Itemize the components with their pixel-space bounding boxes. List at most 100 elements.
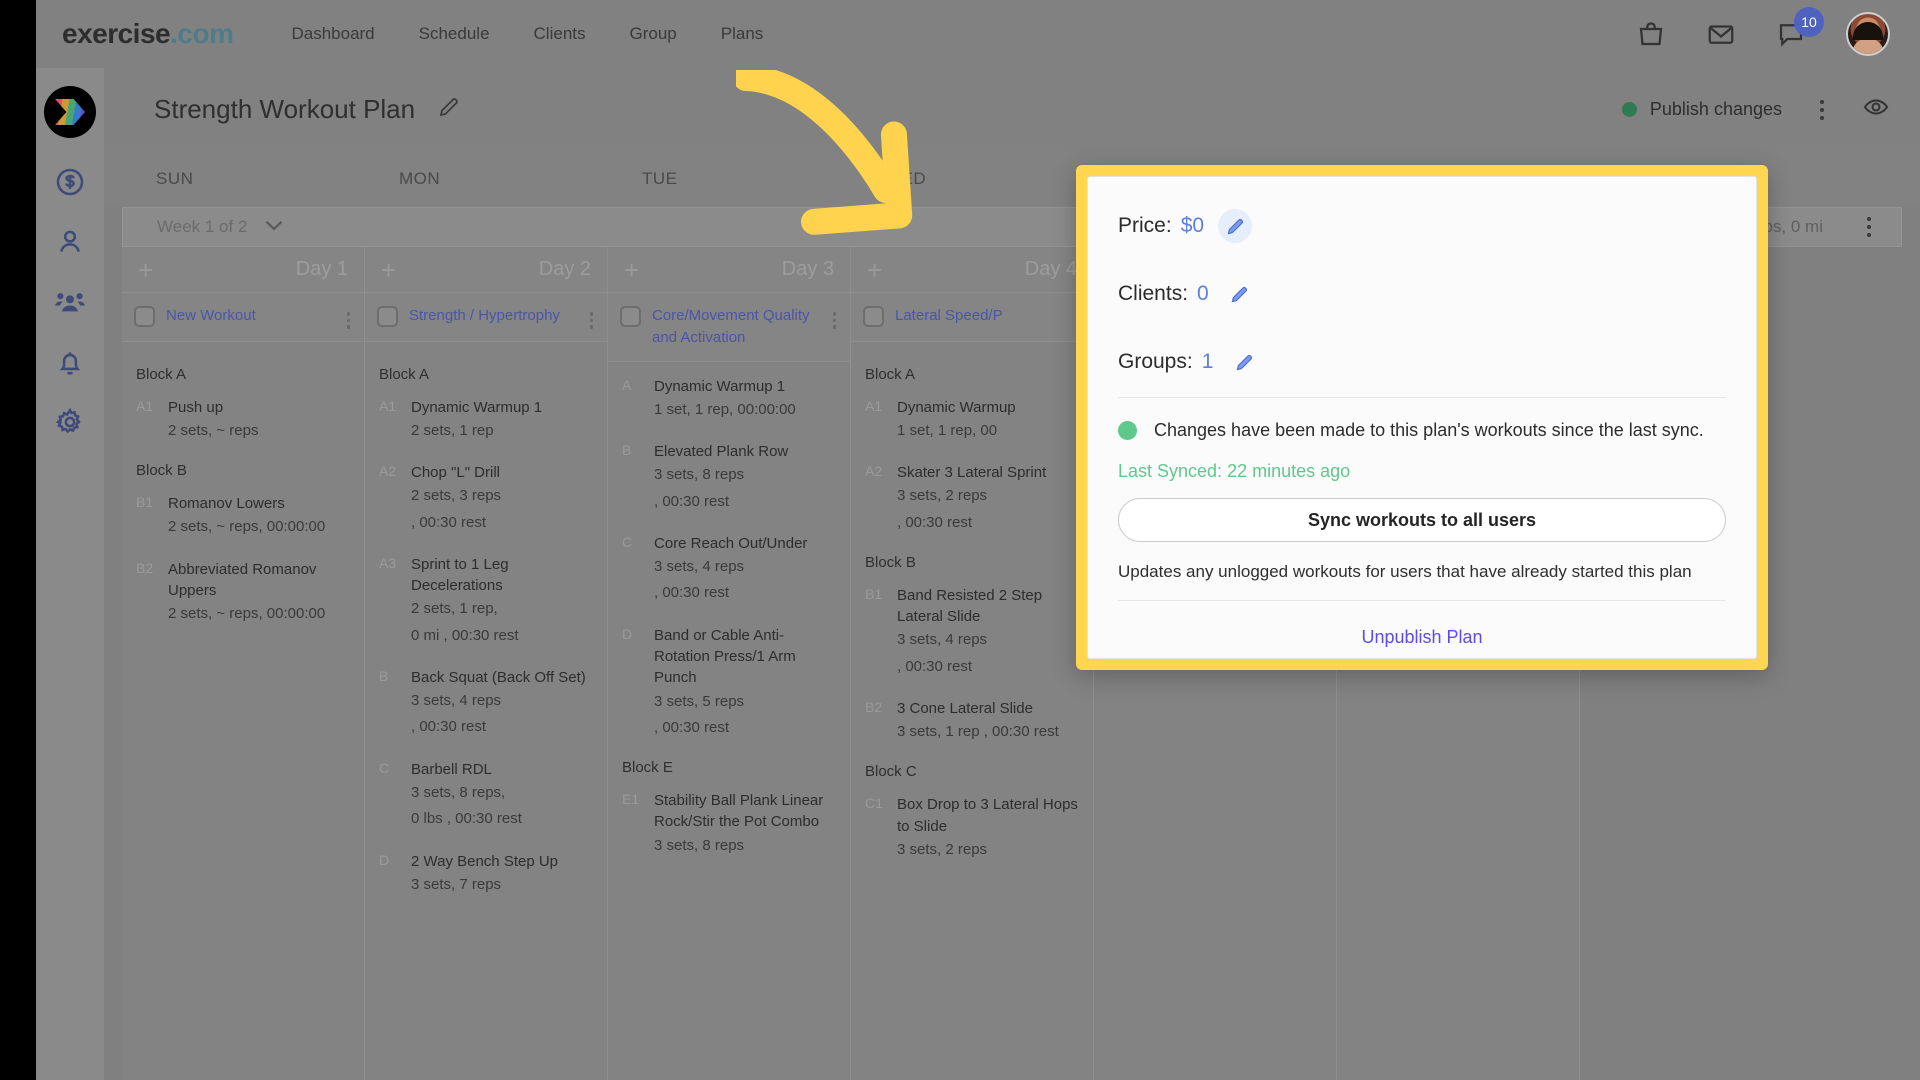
exercise-detail: 2 sets, 1 rep,: [411, 600, 498, 618]
exercise-item[interactable]: C Barbell RDL 3 sets, 8 reps, 0 lbs , 00:30…: [379, 759, 593, 833]
clients-label: Clients:: [1118, 282, 1189, 305]
person-icon[interactable]: [54, 226, 86, 258]
exercise-detail: 0 mi , 00:30 rest: [411, 626, 519, 644]
nav-item-clients[interactable]: Clients: [534, 24, 586, 44]
plus-icon[interactable]: +: [381, 257, 396, 283]
publish-changes-button[interactable]: Publish changes: [1621, 99, 1782, 120]
workout-menu-kebab-icon[interactable]: [589, 312, 593, 329]
exercise-name: Skater 3 Lateral Sprint: [897, 464, 1047, 482]
week-bar-right: lbs, 0 mi: [1760, 213, 1901, 241]
week-stats: lbs, 0 mi: [1759, 217, 1823, 236]
workout-checkbox[interactable]: [134, 306, 155, 327]
pencil-icon[interactable]: [437, 95, 461, 124]
exercise-detail: , 00:30 rest: [897, 513, 973, 531]
eye-icon[interactable]: [1862, 93, 1890, 126]
workout-menu-kebab-icon[interactable]: [832, 312, 836, 329]
exercise-name: Sprint to 1 Leg Decelerations: [411, 555, 509, 595]
exercise-item[interactable]: A2 Skater 3 Lateral Sprint 3 sets, 2 reps,…: [865, 462, 1079, 536]
exercise-detail: , 00:30 rest: [411, 718, 487, 736]
exercise-detail: 3 sets, 2 reps: [897, 487, 988, 505]
chevron-down-icon[interactable]: [265, 218, 283, 236]
exercise-name: Abbreviated Romanov Uppers: [168, 560, 317, 599]
workout-name[interactable]: New Workout: [166, 305, 336, 327]
exercise-name: 3 Cone Lateral Slide: [897, 699, 1033, 717]
nav-item-plans[interactable]: Plans: [721, 24, 764, 44]
workout-name[interactable]: Lateral Speed/P: [895, 305, 1065, 327]
workout-checkbox[interactable]: [620, 306, 641, 327]
exercise-item[interactable]: A1 Dynamic Warmup 1 set, 1 rep, 00: [865, 397, 1079, 445]
exercise-item[interactable]: B1 Romanov Lowers 2 sets, ~ reps, 00:00:00: [136, 493, 350, 541]
exercise-item[interactable]: A3 Sprint to 1 Leg Decelerations 2 sets, 1…: [379, 554, 593, 649]
exercise-item[interactable]: A Dynamic Warmup 1 1 set, 1 rep, 00:00:00: [622, 376, 836, 424]
exercise-detail: 3 sets, 2 reps: [897, 841, 988, 859]
edit-groups-pencil-icon[interactable]: [1227, 345, 1261, 379]
exercise-item[interactable]: D 2 Way Bench Step Up 3 sets, 7 reps: [379, 851, 593, 899]
exercise-body: Box Drop to 3 Lateral Hops to Slide 3 set…: [897, 794, 1079, 863]
plan-menu-kebab-icon[interactable]: [1816, 96, 1828, 124]
block-label: Block B: [136, 462, 187, 480]
unpublish-plan-link[interactable]: Unpublish Plan: [1118, 627, 1726, 648]
workout-checkbox[interactable]: [863, 306, 884, 327]
workspace-logo-icon[interactable]: [44, 86, 96, 138]
exercise-item[interactable]: A1 Dynamic Warmup 1 2 sets, 1 rep: [379, 397, 593, 445]
exercise-item[interactable]: B2 3 Cone Lateral Slide 3 sets, 1 rep , 00…: [865, 698, 1079, 746]
gear-icon[interactable]: [54, 406, 86, 438]
plus-icon[interactable]: +: [138, 257, 153, 283]
divider: [1118, 397, 1726, 398]
plus-icon[interactable]: +: [624, 257, 639, 283]
exercise-name: Core Reach Out/Under: [654, 534, 808, 552]
exercise-name: Dynamic Warmup 1: [654, 377, 786, 395]
group-icon[interactable]: [54, 286, 86, 318]
exercise-letter: D: [622, 625, 633, 642]
nav-item-group[interactable]: Group: [630, 24, 677, 44]
sync-status-text: Changes have been made to this plan's wo…: [1154, 419, 1704, 440]
chat-icon[interactable]: 10: [1776, 7, 1824, 49]
exercise-item[interactable]: A1 Push up 2 sets, ~ reps: [136, 397, 350, 445]
exercise-item[interactable]: D Band or Cable Anti-Rotation Press/1 Arm…: [622, 625, 836, 741]
bag-icon[interactable]: [1636, 19, 1666, 49]
workout-menu-kebab-icon[interactable]: [346, 312, 350, 329]
exercise-item[interactable]: B Elevated Plank Row 3 sets, 8 reps , 00:30…: [622, 441, 836, 515]
exercise-name: Box Drop to 3 Lateral Hops to Slide: [897, 796, 1078, 835]
exercise-item[interactable]: B Back Squat (Back Off Set) 3 sets, 4 reps…: [379, 667, 593, 741]
exercise-item[interactable]: A2 Chop "L" Drill 2 sets, 3 reps , 00:30 re…: [379, 462, 593, 536]
bell-icon[interactable]: [54, 346, 86, 378]
exercise-letter: A: [622, 376, 632, 393]
envelope-icon[interactable]: [1706, 19, 1736, 49]
exercise-item[interactable]: C Core Reach Out/Under 3 sets, 4 reps , 00:…: [622, 533, 836, 607]
brand-logo[interactable]: exercise.com: [62, 18, 234, 50]
workout-name[interactable]: Strength / Hypertrophy: [409, 305, 579, 327]
exercise-detail: , 00:30 rest: [654, 584, 730, 602]
primary-nav-links: Dashboard Schedule Clients Group Plans: [291, 24, 763, 44]
day-column-header: + Day 1: [122, 247, 364, 293]
block-label: Block B: [865, 553, 916, 571]
dollar-circle-icon[interactable]: [54, 166, 86, 198]
sync-workouts-button[interactable]: Sync workouts to all users: [1118, 497, 1726, 543]
exercise-item[interactable]: E1 Stability Ball Plank Linear Rock/Stir …: [622, 790, 836, 859]
workout-checkbox[interactable]: [377, 306, 398, 327]
edit-clients-pencil-icon[interactable]: [1223, 277, 1257, 311]
plus-icon[interactable]: +: [867, 257, 882, 283]
exercise-body: Back Squat (Back Off Set) 3 sets, 4 reps,…: [411, 667, 593, 741]
exercise-item[interactable]: B1 Band Resisted 2 Step Lateral Slide 3 se…: [865, 585, 1079, 680]
day-column-header: + Day 3: [608, 247, 850, 293]
week-selector-label[interactable]: Week 1 of 2: [157, 217, 247, 237]
exercise-name: Chop "L" Drill: [411, 464, 501, 482]
workout-card: Core/Movement Quality and Activation: [608, 293, 850, 362]
price-value: $0: [1180, 214, 1205, 237]
nav-item-schedule[interactable]: Schedule: [419, 24, 490, 44]
week-menu-kebab-icon[interactable]: [1863, 213, 1875, 241]
exercise-item[interactable]: B2 Abbreviated Romanov Uppers 2 sets, ~ re…: [136, 559, 350, 628]
exercise-letter: B2: [136, 559, 154, 576]
exercise-item[interactable]: C1 Box Drop to 3 Lateral Hops to Slide 3 s…: [865, 794, 1079, 863]
exercise-letter: A1: [379, 397, 397, 414]
edit-price-pencil-icon[interactable]: [1218, 209, 1253, 243]
workout-name[interactable]: Core/Movement Quality and Activation: [652, 305, 822, 349]
nav-item-dashboard[interactable]: Dashboard: [291, 24, 374, 44]
screenshot-root: exercise.com Dashboard Schedule Clients …: [0, 0, 1920, 1080]
exercise-letter: A1: [136, 397, 154, 414]
exercise-detail: 2 sets, 3 reps: [411, 487, 502, 505]
avatar[interactable]: [1846, 12, 1890, 56]
exercise-detail: 2 sets, ~ reps, 00:00:00: [168, 605, 326, 623]
exercise-body: Push up 2 sets, ~ reps: [168, 397, 350, 445]
